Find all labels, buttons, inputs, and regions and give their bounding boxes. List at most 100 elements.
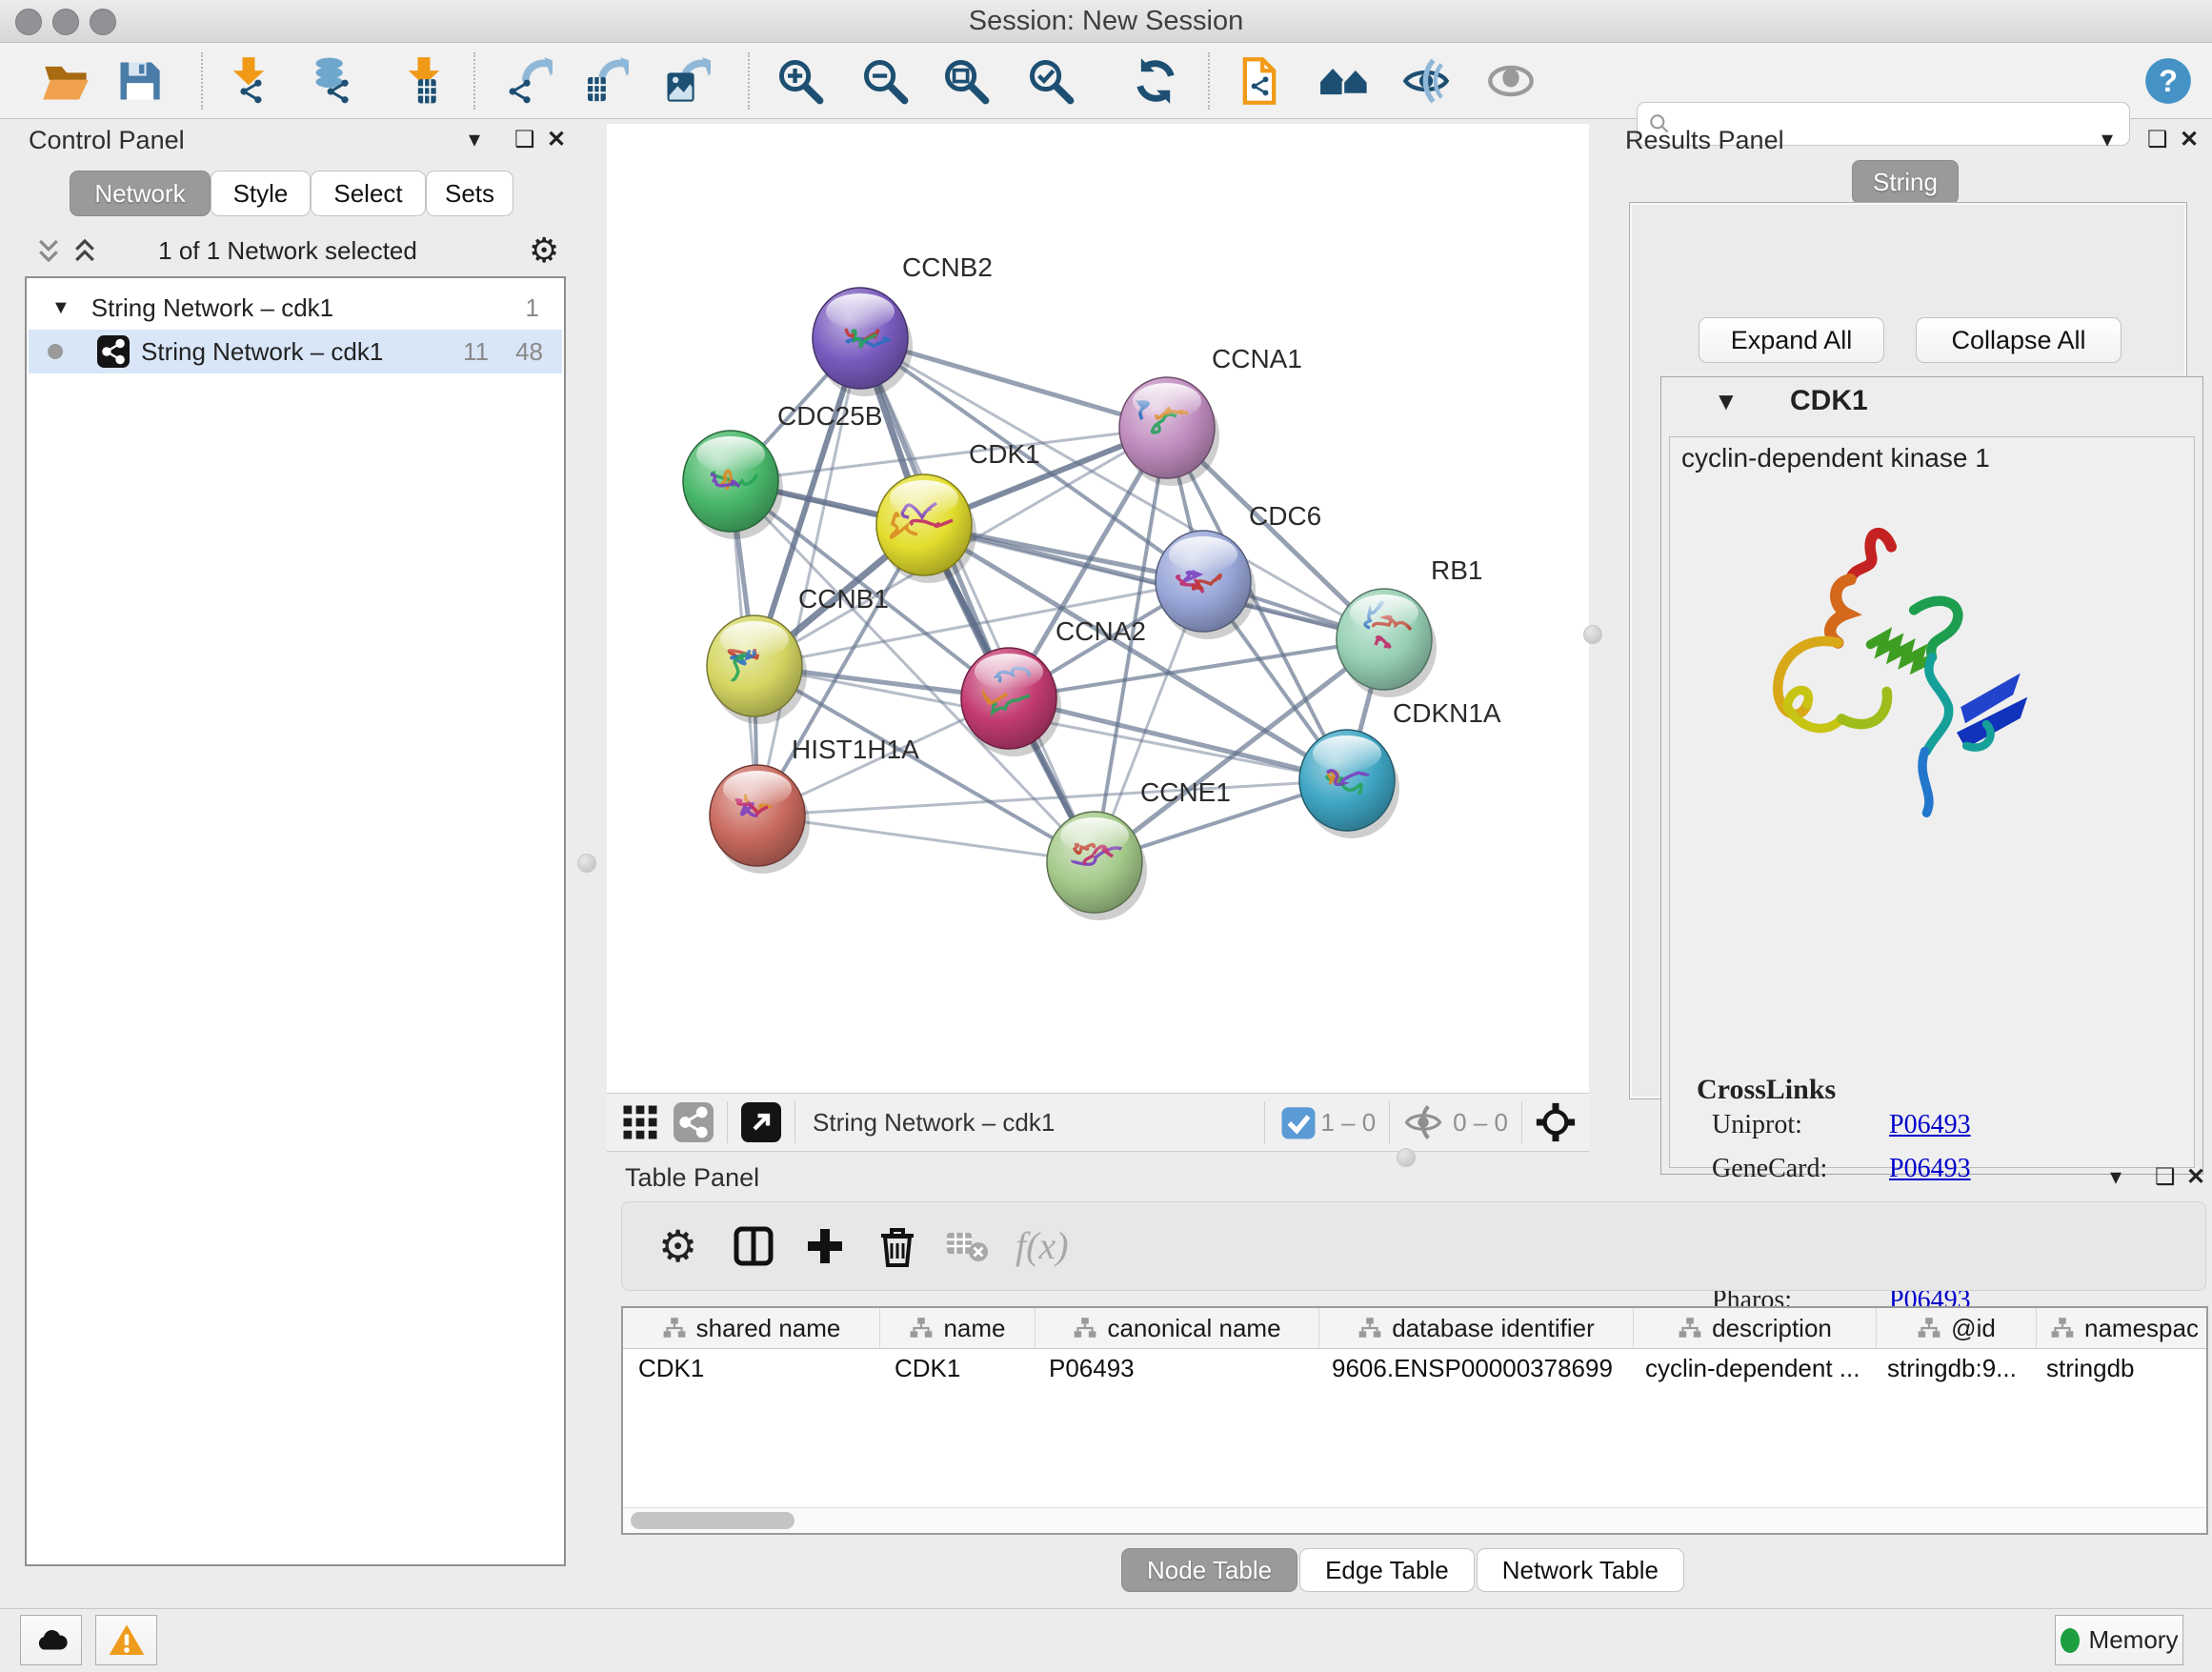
network-node-RB1[interactable]: RB1	[1337, 555, 1482, 697]
table-cell[interactable]: 9606.ENSP00000378699	[1317, 1348, 1630, 1388]
table-cell[interactable]: stringdb:9...	[1872, 1348, 2031, 1388]
eye-slash-icon[interactable]	[1401, 56, 1451, 106]
open-in-window-icon[interactable]	[741, 1102, 781, 1142]
column-header-shared-name[interactable]: shared name	[623, 1308, 880, 1348]
crosslink-link[interactable]: P06493	[1889, 1110, 1971, 1140]
table-cell[interactable]: CDK1	[879, 1348, 1034, 1388]
expand-all-button[interactable]: Expand All	[1699, 317, 1884, 363]
tab-sets[interactable]: Sets	[426, 171, 513, 216]
panel-divider-left[interactable]	[564, 122, 607, 1601]
network-name: String Network – cdk1	[141, 337, 383, 367]
help-button[interactable]: ?	[2143, 56, 2193, 106]
zoom-out-icon[interactable]	[860, 56, 910, 106]
node-label: CCNA2	[1056, 616, 1146, 646]
cloud-icon	[33, 1622, 70, 1659]
export-network-icon[interactable]	[503, 56, 553, 106]
float-panel-icon[interactable]: ❑	[514, 126, 535, 154]
table-cell[interactable]: stringdb	[2031, 1348, 2206, 1388]
column-header-canonical-name[interactable]: canonical name	[1036, 1308, 1319, 1348]
tab-select[interactable]: Select	[311, 171, 426, 216]
network-tree-row[interactable]: String Network – cdk1 11 48	[29, 330, 562, 373]
network-node-CDKN1A[interactable]: CDKN1A	[1299, 698, 1501, 838]
grid-view-icon[interactable]	[620, 1102, 660, 1142]
column-header--id[interactable]: @id	[1877, 1308, 2037, 1348]
network-node-CDC25B[interactable]: CDC25B	[683, 401, 882, 539]
close-panel-icon[interactable]: ✕	[2186, 1163, 2205, 1192]
open-folder-icon[interactable]	[41, 56, 90, 106]
panel-menu-icon[interactable]: ▾	[2101, 126, 2113, 154]
tab-network[interactable]: Network	[70, 171, 211, 216]
collapse-caret-icon[interactable]: ▼	[51, 297, 70, 319]
show-columns-icon[interactable]	[731, 1223, 776, 1269]
import-network-icon[interactable]	[224, 56, 273, 106]
panel-menu-icon[interactable]: ▾	[2110, 1163, 2122, 1192]
import-database-icon[interactable]	[309, 56, 358, 106]
selected-checkbox-icon[interactable]	[1278, 1102, 1311, 1142]
edge-count: 48	[515, 337, 543, 367]
network-node-CCNB1[interactable]: CCNB1	[707, 584, 889, 724]
node-label: CDC25B	[777, 401, 882, 431]
zoom-in-icon[interactable]	[775, 56, 825, 106]
network-node-CCNB2[interactable]: CCNB2	[813, 252, 993, 396]
table-cell[interactable]: P06493	[1034, 1348, 1317, 1388]
node-label: CDKN1A	[1393, 698, 1501, 728]
zoom-window-button[interactable]	[90, 9, 116, 35]
delete-column-trash-icon[interactable]	[875, 1223, 920, 1269]
table-settings-gear-icon[interactable]: ⚙	[658, 1223, 704, 1269]
right-divider-handle[interactable]	[1583, 625, 1602, 644]
eye-disabled-icon[interactable]	[1486, 56, 1536, 106]
zoom-selected-icon[interactable]	[1026, 56, 1076, 106]
network-tree-row[interactable]: ▼ String Network – cdk1 1	[29, 286, 562, 330]
table-row[interactable]: CDK1CDK1P064939606.ENSP00000378699cyclin…	[623, 1348, 2206, 1388]
column-header-description[interactable]: description	[1634, 1308, 1877, 1348]
close-window-button[interactable]	[15, 9, 42, 35]
refresh-icon[interactable]	[1131, 56, 1180, 106]
column-header-namespac[interactable]: namespac	[2037, 1308, 2212, 1348]
collapse-all-button[interactable]: Collapse All	[1916, 317, 2122, 363]
network-canvas[interactable]: CCNB2 CCNA1 CDC25B CDK1 CDC6 RB1 CCNB1 C…	[607, 124, 1589, 1093]
cloud-button[interactable]	[20, 1615, 82, 1665]
hidden-eye-icon[interactable]	[1403, 1102, 1443, 1142]
table-cell[interactable]: CDK1	[623, 1348, 879, 1388]
column-header-database-identifier[interactable]: database identifier	[1319, 1308, 1634, 1348]
minimize-window-button[interactable]	[52, 9, 79, 35]
collapse-section-icon[interactable]: ▼	[1714, 387, 1739, 416]
add-column-icon[interactable]	[802, 1223, 848, 1269]
fit-selected-crosshair-icon[interactable]	[1536, 1102, 1576, 1142]
export-image-icon[interactable]	[661, 56, 711, 106]
memory-button[interactable]: Memory	[2055, 1615, 2183, 1665]
network-node-CCNE1[interactable]: CCNE1	[1047, 777, 1231, 920]
network-edge[interactable]	[860, 338, 1095, 862]
subnetwork-count: 1	[526, 293, 539, 323]
tab-style[interactable]: Style	[211, 171, 311, 216]
current-view-dot-icon	[48, 344, 63, 359]
network-node-CCNA1[interactable]: CCNA1	[1119, 344, 1302, 486]
save-icon[interactable]	[114, 56, 164, 106]
panel-menu-icon[interactable]: ▾	[469, 126, 480, 154]
tab-node-table[interactable]: Node Table	[1121, 1548, 1297, 1592]
tab-string[interactable]: String	[1852, 160, 1959, 204]
divider-handle[interactable]	[577, 854, 596, 873]
tab-edge-table[interactable]: Edge Table	[1299, 1548, 1475, 1592]
scrollbar-thumb[interactable]	[631, 1512, 794, 1529]
homes-icon[interactable]	[1319, 56, 1369, 106]
table-horizontal-scrollbar[interactable]	[623, 1507, 2206, 1533]
network-node-HIST1H1A[interactable]: HIST1H1A	[710, 735, 919, 874]
import-table-icon[interactable]	[399, 56, 449, 106]
string-network-icon[interactable]	[674, 1102, 714, 1142]
table-cell[interactable]: cyclin-dependent ...	[1630, 1348, 1872, 1388]
warnings-button[interactable]	[95, 1615, 157, 1665]
toolbar-separator	[473, 52, 475, 110]
doc-share-icon[interactable]	[1235, 56, 1284, 106]
table-tabs: Node TableEdge TableNetwork Table	[1121, 1548, 1686, 1592]
tab-network-table[interactable]: Network Table	[1477, 1548, 1684, 1592]
close-panel-icon[interactable]: ✕	[2180, 126, 2199, 154]
float-panel-icon[interactable]: ❑	[2147, 126, 2168, 154]
float-panel-icon[interactable]: ❑	[2155, 1163, 2176, 1192]
zoom-fit-icon[interactable]	[941, 56, 991, 106]
export-table-icon[interactable]	[579, 56, 629, 106]
gear-icon[interactable]: ⚙	[529, 231, 559, 271]
table-toolbar: ⚙ f(x)	[621, 1201, 2206, 1291]
column-header-name[interactable]: name	[880, 1308, 1036, 1348]
help-icon: ?	[2143, 56, 2193, 106]
